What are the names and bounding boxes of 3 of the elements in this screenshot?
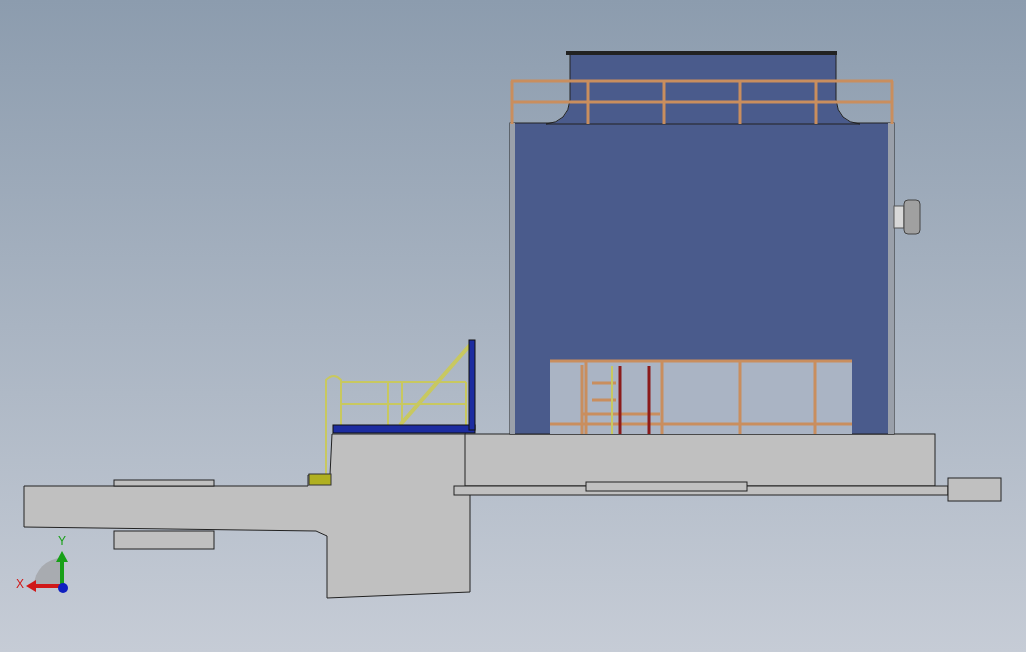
y-axis-label: Y — [58, 534, 66, 548]
x-axis-label: X — [16, 577, 24, 591]
axis-triad-drawing — [26, 551, 68, 593]
